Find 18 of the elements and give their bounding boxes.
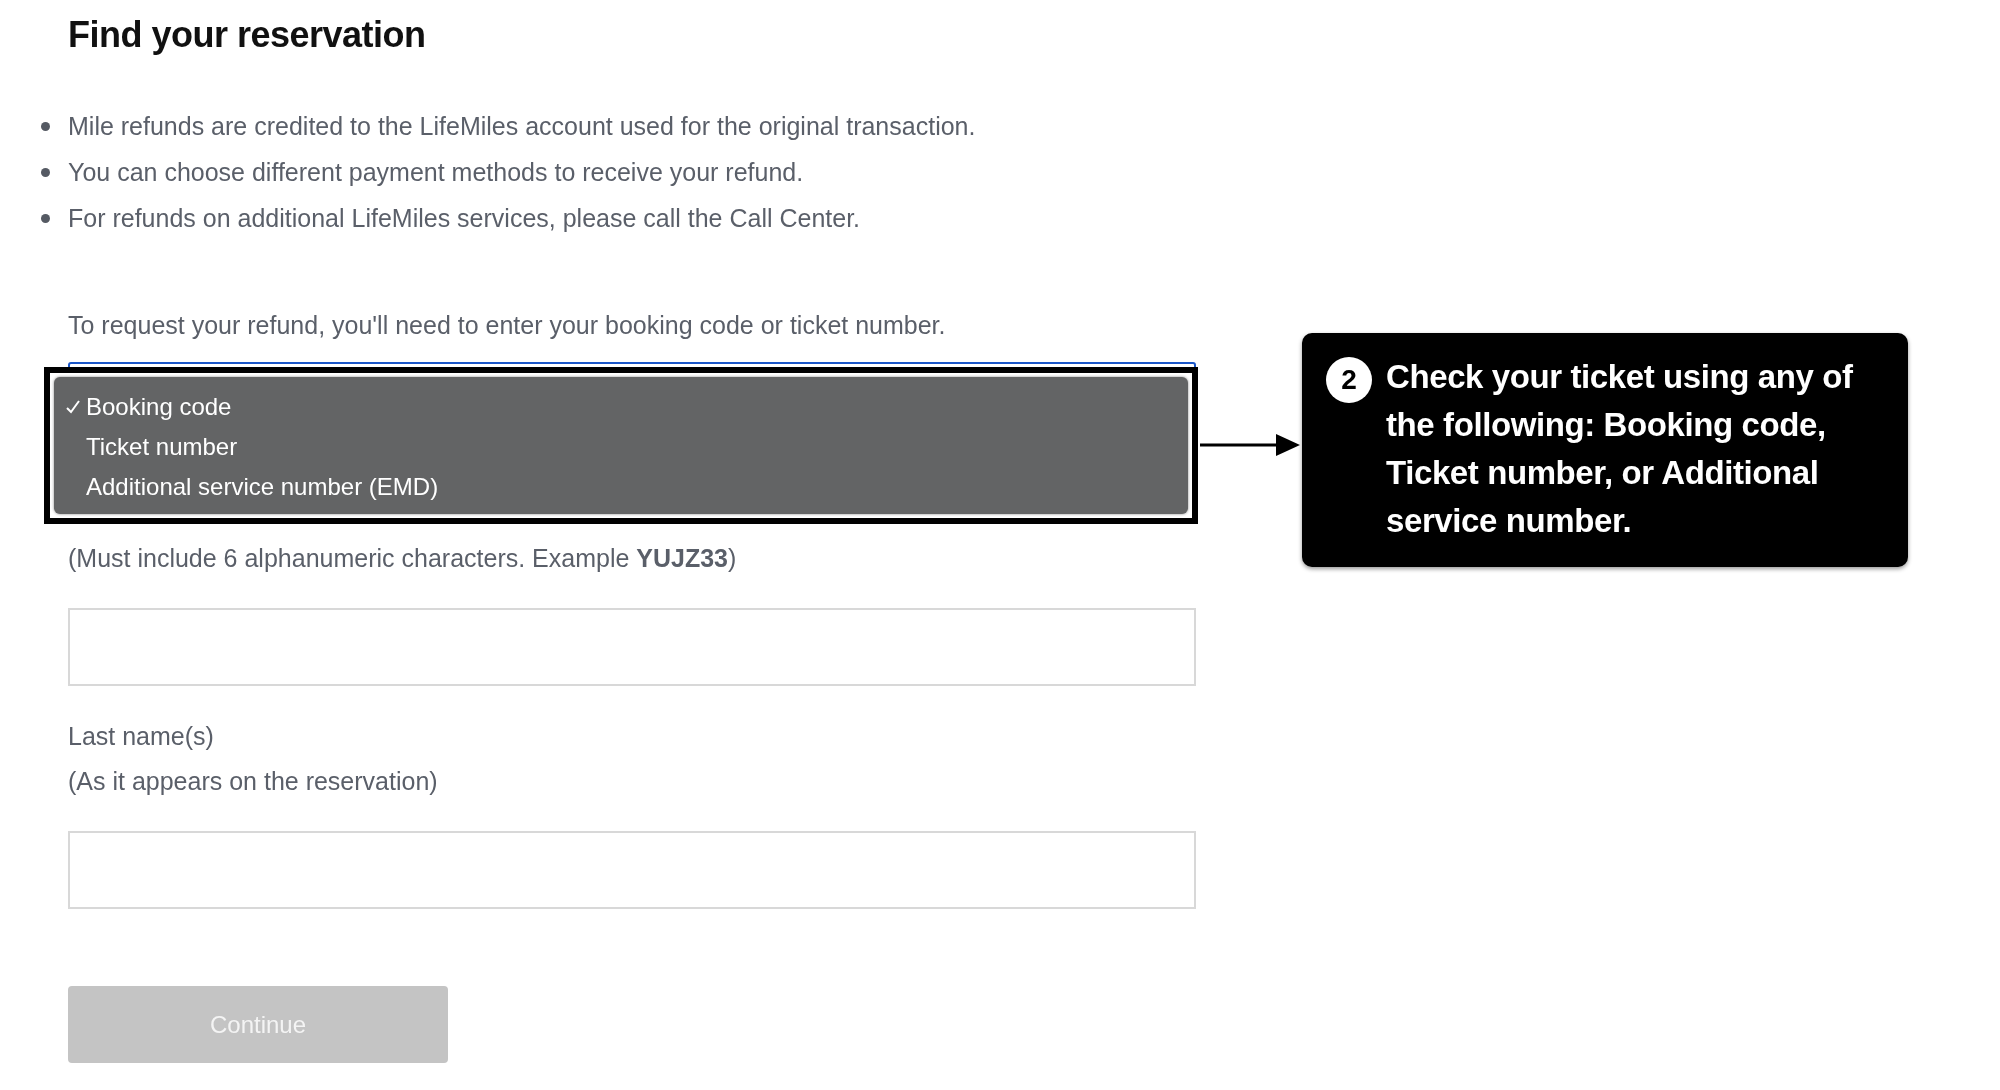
bullet-text: You can choose different payment methods to receive your refund. bbox=[68, 158, 804, 186]
field-label: Last name(s) bbox=[68, 722, 215, 750]
callout-text: Check your ticket using any of the following: Booking code, Ticket number, or Additional service number. bbox=[1386, 357, 1854, 541]
bullet-icon bbox=[41, 213, 50, 223]
dropdown-option[interactable]: Ticket number bbox=[64, 433, 1188, 460]
page-heading: Find your reservation bbox=[68, 14, 427, 56]
booking-code-field[interactable] bbox=[68, 608, 1196, 686]
field-hint: (Must include 6 alphanumeric characters. Example YUJZ33) bbox=[68, 544, 738, 572]
bullet-text: For refunds on additional LifeMiles services, please call the Call Center. bbox=[68, 204, 861, 232]
step-number: 2 bbox=[1326, 357, 1372, 403]
bullet-icon bbox=[41, 121, 50, 131]
bullet-text: Mile refunds are credited to the LifeMiles account used for the original transaction. bbox=[68, 112, 976, 140]
bullet-icon bbox=[41, 167, 50, 177]
dropdown-option[interactable]: Booking code bbox=[64, 393, 1188, 420]
field-hint: (As it appears on the reservation) bbox=[68, 767, 439, 795]
instruction-text: To request your refund, you'll need to enter your booking code or ticket number. bbox=[68, 311, 947, 339]
dropdown-option[interactable]: Additional service number (EMD) bbox=[64, 473, 1188, 500]
last-name-field[interactable] bbox=[68, 831, 1196, 909]
